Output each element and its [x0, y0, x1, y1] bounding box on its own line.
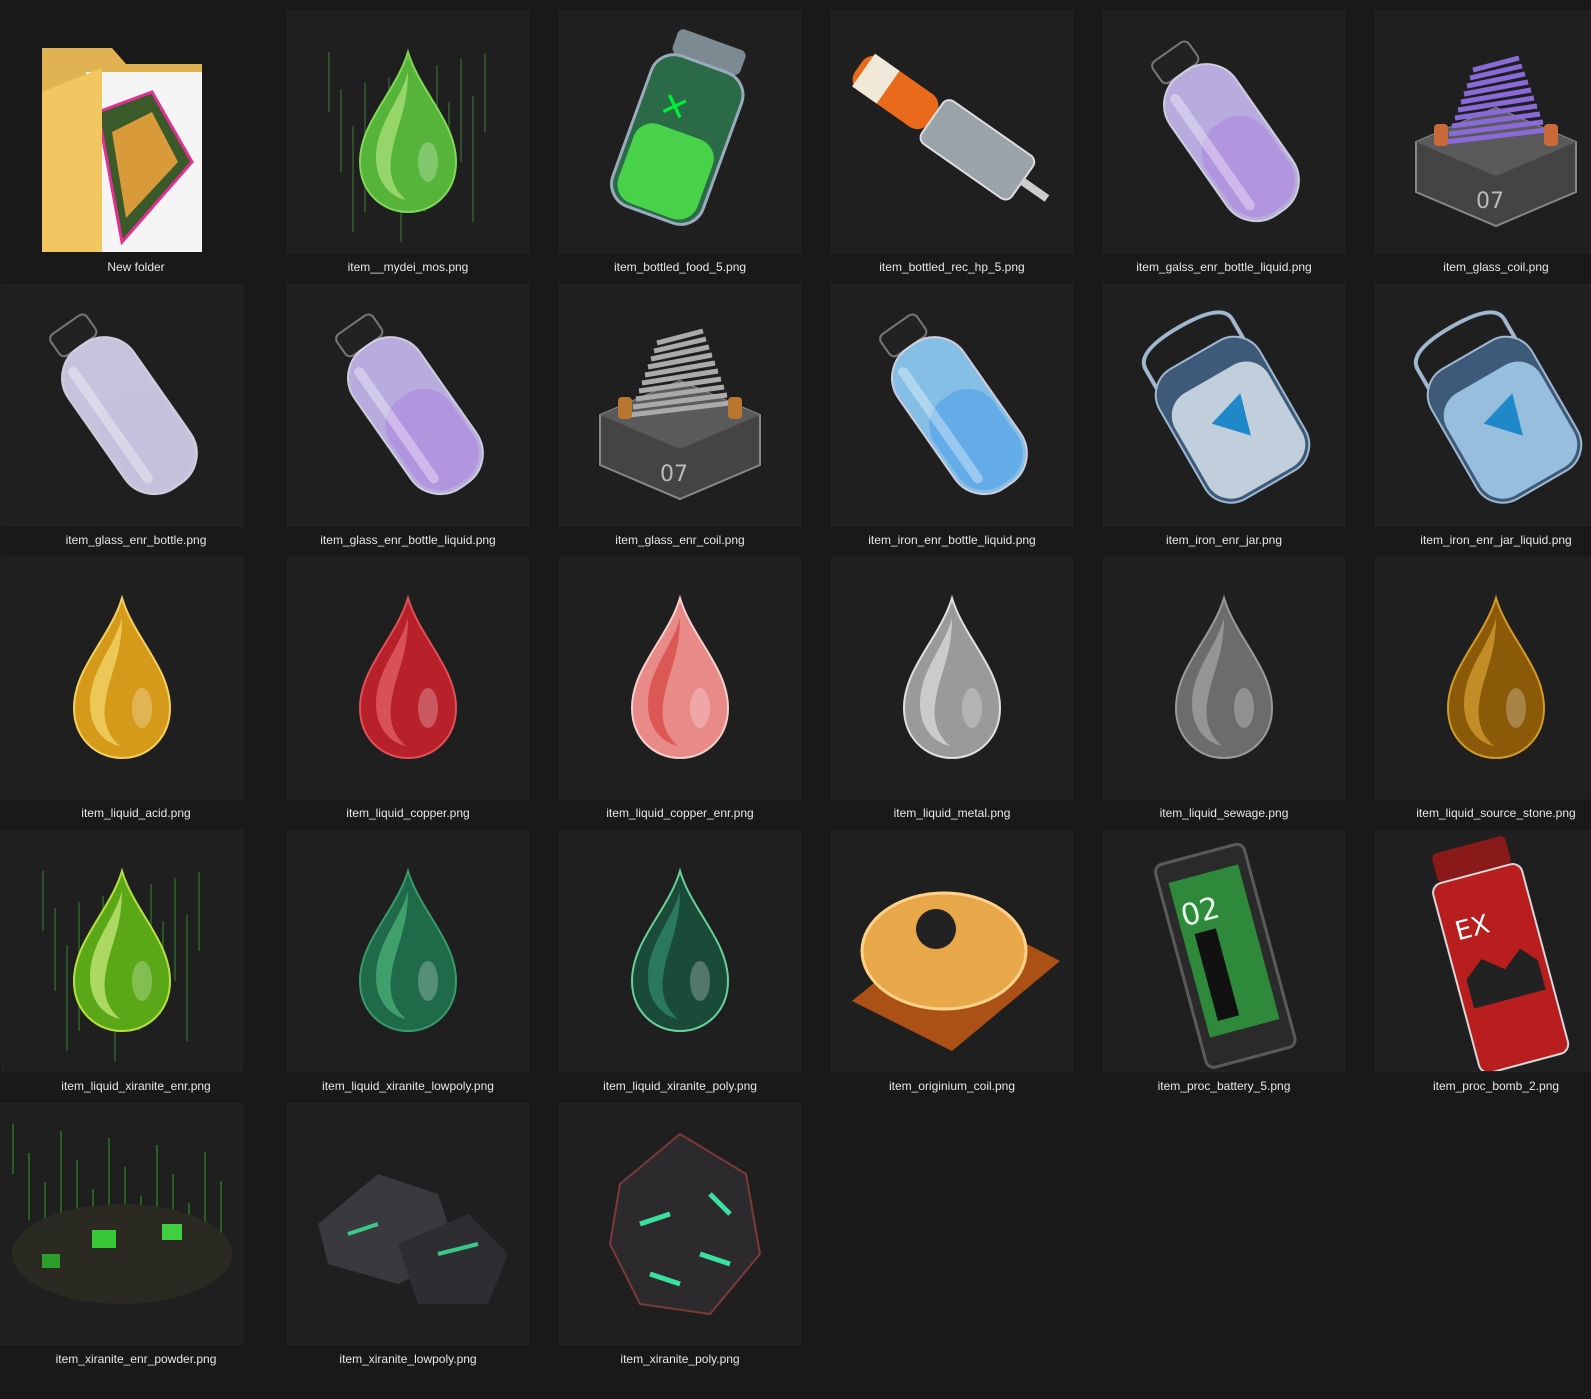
purple-coil-icon: 07	[1376, 12, 1591, 252]
file-item[interactable]: item_iron_enr_jar_liquid.png	[1360, 273, 1591, 547]
grenade-icon: EX	[1376, 831, 1591, 1071]
file-name-label: item_xiranite_lowpoly.png	[339, 1352, 477, 1366]
file-item[interactable]: item_liquid_xiranite_poly.png	[544, 819, 816, 1093]
battery-icon: 02	[1104, 831, 1344, 1071]
teal-droplet-icon	[288, 831, 528, 1071]
file-name-label: item_originium_coil.png	[888, 1079, 1016, 1093]
file-item[interactable]: item_liquid_source_stone.png	[1360, 546, 1591, 820]
file-item[interactable]: item_liquid_xiranite_enr.png	[0, 819, 272, 1093]
glass-bottle-icon	[2, 285, 242, 525]
red-droplet-icon	[288, 558, 528, 798]
purple-bottle-icon	[1104, 12, 1344, 252]
bright-green-droplet-icon	[2, 831, 242, 1071]
file-name-label: item_xiranite_poly.png	[620, 1352, 740, 1366]
file-item[interactable]: item_glass_enr_bottle_liquid.png	[272, 273, 544, 547]
file-item[interactable]: EX item_proc_bomb_2.png	[1360, 819, 1591, 1093]
svg-text:07: 07	[660, 462, 688, 487]
file-item[interactable]: item_xiranite_enr_powder.png	[0, 1092, 272, 1366]
file-name-label: item_proc_bomb_2.png	[1432, 1079, 1560, 1093]
file-item[interactable]: ✕ item_bottled_food_5.png	[544, 0, 816, 274]
mint-droplet-icon	[560, 831, 800, 1071]
pink-droplet-icon	[560, 558, 800, 798]
purple-bottle-icon	[288, 285, 528, 525]
file-item[interactable]: item_xiranite_poly.png	[544, 1092, 816, 1366]
ore-rock-icon	[560, 1104, 800, 1344]
light-blue-jar-icon	[1376, 285, 1591, 525]
svg-text:07: 07	[1476, 189, 1504, 214]
grey-droplet-icon	[1104, 558, 1344, 798]
file-item[interactable]: item_liquid_acid.png	[0, 546, 272, 820]
file-item[interactable]: item_liquid_xiranite_lowpoly.png	[272, 819, 544, 1093]
file-item[interactable]: 07 item_glass_coil.png	[1360, 0, 1591, 274]
green-canister-icon: ✕	[560, 12, 800, 252]
file-item[interactable]: item_liquid_copper.png	[272, 546, 544, 820]
file-item[interactable]: item_liquid_metal.png	[816, 546, 1088, 820]
file-name-label: item_xiranite_enr_powder.png	[55, 1352, 217, 1366]
file-item[interactable]: New folder	[0, 0, 272, 274]
file-item[interactable]: item_iron_enr_jar.png	[1088, 273, 1360, 547]
file-item[interactable]: item_bottled_rec_hp_5.png	[816, 0, 1088, 274]
green-powder-icon	[2, 1104, 242, 1344]
gold-droplet-icon	[2, 558, 242, 798]
file-item[interactable]: item_originium_coil.png	[816, 819, 1088, 1093]
injector-icon	[832, 12, 1072, 252]
dark-rocks-icon	[288, 1104, 528, 1344]
folder-icon	[2, 12, 242, 252]
file-item[interactable]: item_glass_enr_bottle.png	[0, 273, 272, 547]
file-item[interactable]: item_liquid_copper_enr.png	[544, 546, 816, 820]
grey-coil-icon: 07	[560, 285, 800, 525]
file-item[interactable]: 02 item_proc_battery_5.png	[1088, 819, 1360, 1093]
file-name-label: item_proc_battery_5.png	[1157, 1079, 1291, 1093]
silver-droplet-icon	[832, 558, 1072, 798]
file-grid: New folder item__mydei_mos.png ✕ item_bot…	[0, 0, 1591, 1399]
file-item[interactable]: item_liquid_sewage.png	[1088, 546, 1360, 820]
blue-jar-icon	[1104, 285, 1344, 525]
file-item[interactable]: item_xiranite_lowpoly.png	[272, 1092, 544, 1366]
file-item[interactable]: item_galss_enr_bottle_liquid.png	[1088, 0, 1360, 274]
blue-bottle-icon	[832, 285, 1072, 525]
file-item[interactable]: 07 item_glass_enr_coil.png	[544, 273, 816, 547]
orange-disc-icon	[832, 831, 1072, 1071]
file-item[interactable]: item__mydei_mos.png	[272, 0, 544, 274]
amber-droplet-icon	[1376, 558, 1591, 798]
file-item[interactable]: item_iron_enr_bottle_liquid.png	[816, 273, 1088, 547]
green-droplet-icon	[288, 12, 528, 252]
